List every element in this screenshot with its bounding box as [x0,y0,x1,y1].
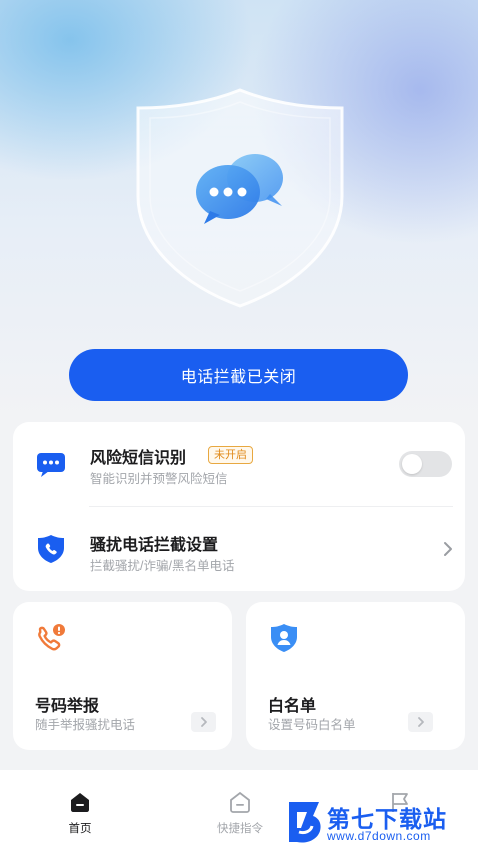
status-badge: 未开启 [208,446,253,464]
watermark-logo-icon [289,802,321,843]
risk-sms-row[interactable]: 风险短信识别 未开启 智能识别并预警风险短信 [13,422,465,506]
number-report-arrow-button[interactable] [191,712,216,732]
nav-label-home: 首页 [68,823,92,835]
phone-report-icon [35,622,67,654]
shield-message-illustration [130,86,350,311]
chevron-right-icon [200,717,207,727]
nav-item-quick-command[interactable]: 快捷指令 [190,770,290,850]
whitelist-card[interactable]: 白名单 设置号码白名单 [246,602,465,750]
harass-call-title: 骚扰电话拦截设置 [90,537,219,554]
home-icon [68,790,92,814]
shield-phone-icon [35,533,67,565]
harass-call-row[interactable]: 骚扰电话拦截设置 拦截骚扰/诈骗/黑名单电话 [13,507,465,591]
risk-sms-title: 风险短信识别 [90,450,187,467]
chevron-right-icon [417,717,424,727]
whitelist-title: 白名单 [268,698,317,715]
shield-user-icon [268,622,300,654]
number-report-card[interactable]: 号码举报 随手举报骚扰电话 [13,602,232,750]
number-report-subtitle: 随手举报骚扰电话 [35,718,136,732]
whitelist-subtitle: 设置号码白名单 [268,718,356,732]
site-watermark: 第七下载站 www.d7down.com [285,798,475,850]
toggle-knob [402,454,422,474]
watermark-url: www.d7down.com [327,829,431,843]
sms-chat-icon [35,448,67,480]
number-report-title: 号码举报 [35,698,100,715]
risk-sms-subtitle: 智能识别并预警风险短信 [90,472,228,486]
call-block-status-button[interactable]: 电话拦截已关闭 [69,349,408,401]
chevron-right-icon [441,540,455,558]
nav-item-home[interactable]: 首页 [30,770,130,850]
whitelist-arrow-button[interactable] [408,712,433,732]
harass-call-subtitle: 拦截骚扰/诈骗/黑名单电话 [90,559,235,573]
settings-card: 风险短信识别 未开启 智能识别并预警风险短信 骚扰电话拦截设置 拦截骚扰/诈骗/… [13,422,465,591]
command-icon [228,790,252,814]
nav-label-quick-command: 快捷指令 [217,823,263,835]
risk-sms-toggle[interactable] [399,451,452,477]
